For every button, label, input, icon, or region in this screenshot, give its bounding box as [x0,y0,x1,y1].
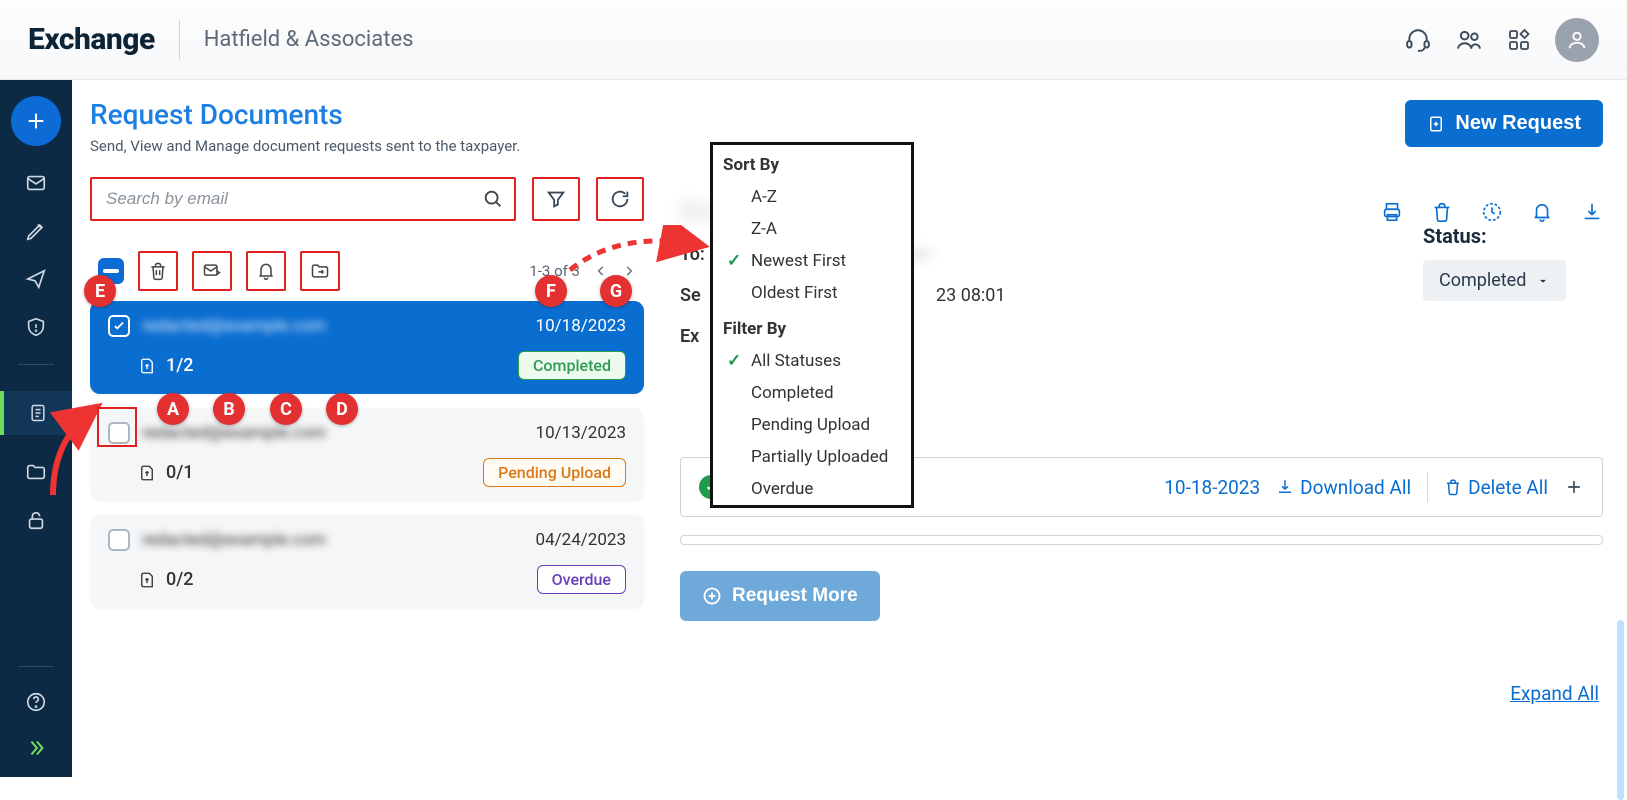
apps-icon[interactable] [1507,28,1531,52]
rail-divider [18,364,54,365]
annotation-d: D [326,393,358,425]
filter-button[interactable] [532,177,580,221]
status-badge: Overdue [537,565,626,594]
document-date: 10-18-2023 [1164,476,1260,499]
download-icon[interactable] [1581,201,1603,223]
document-row-collapsed [680,535,1603,545]
bulk-move-button[interactable] [300,251,340,291]
annotation-f: F [535,275,567,307]
sort-option[interactable]: Z-A [713,213,911,245]
request-date: 10/13/2023 [536,423,626,443]
request-checkbox[interactable] [108,422,130,444]
search-row [90,177,644,221]
annotation-e: E [84,275,116,307]
search-input[interactable] [90,177,516,221]
left-pane: Request Documents Send, View and Manage … [72,80,662,777]
document-count: 1/2 [166,355,193,376]
send-icon[interactable] [25,268,47,290]
org-name: Hatfield & Associates [204,27,414,52]
document-count-icon [138,462,156,484]
delete-icon[interactable] [1431,201,1453,223]
bulk-delete-button[interactable] [138,251,178,291]
folder-icon[interactable] [25,461,47,483]
filter-option[interactable]: Overdue [713,473,911,505]
edit-icon[interactable] [25,220,47,242]
print-icon[interactable] [1381,201,1403,223]
bulk-resend-button[interactable] [192,251,232,291]
document-count: 0/2 [166,569,193,590]
status-badge: Pending Upload [483,458,626,487]
sort-option[interactable]: Oldest First [713,277,911,309]
request-email: redacted@example.com [142,530,524,550]
filter-option[interactable]: Pending Upload [713,409,911,441]
document-icon[interactable] [0,391,72,435]
request-card[interactable]: redacted@example.com 04/24/2023 0/2 Over… [90,515,644,608]
request-email: redacted@example.com [142,423,524,443]
page-subtitle: Send, View and Manage document requests … [90,137,644,155]
request-date: 04/24/2023 [536,530,626,550]
sort-section-title: Sort By [713,145,911,181]
sort-filter-popover: Sort By A-ZZ-ANewest FirstOldest First F… [710,142,914,508]
detail-actions-bar [1381,201,1603,223]
brand-name: Exchange [28,22,155,57]
status-badge: Completed [518,351,626,380]
filter-option[interactable]: All Statuses [713,345,911,377]
annotation-a: A [157,393,189,425]
request-more-button[interactable]: Request More [680,571,880,621]
sent-value-suffix: 23 08:01 [936,285,1006,306]
annotation-g: G [600,275,632,307]
request-checkbox[interactable] [108,315,130,337]
document-count: 0/1 [166,462,193,483]
filter-section-title: Filter By [713,309,911,345]
headset-icon[interactable] [1405,27,1431,53]
rail-divider-2 [18,666,54,667]
shield-icon[interactable] [25,316,47,338]
page-title: Request Documents [90,98,644,131]
annotation-c: C [270,393,302,425]
users-icon[interactable] [1455,27,1483,53]
bulk-remind-button[interactable] [246,251,286,291]
filter-option[interactable]: Partially Uploaded [713,441,911,473]
document-count-icon [138,355,156,377]
unlock-icon[interactable] [25,509,47,531]
document-count-icon [138,569,156,591]
status-select-value: Completed [1439,270,1526,291]
help-icon[interactable] [25,691,47,713]
expand-all-link[interactable]: Expand All [1510,682,1599,705]
sort-option[interactable]: Newest First [713,245,911,277]
request-email: redacted@example.com [142,316,524,336]
status-select[interactable]: Completed [1423,260,1566,301]
request-date: 10/18/2023 [536,316,626,336]
request-checkbox[interactable] [108,529,130,551]
sort-option[interactable]: A-Z [713,181,911,213]
download-all-link[interactable]: Download All [1276,476,1411,499]
add-document-button[interactable] [1564,477,1584,497]
scrollbar[interactable] [1617,620,1624,800]
topbar: Exchange Hatfield & Associates [0,0,1627,80]
request-list: redacted@example.com 10/18/2023 1/2 Comp… [90,301,644,622]
new-request-button[interactable]: New Request [1405,100,1603,147]
annotation-b: B [213,393,245,425]
add-button[interactable] [11,96,61,146]
mail-icon[interactable] [25,172,47,194]
left-rail [0,80,72,777]
filter-option[interactable]: Completed [713,377,911,409]
avatar[interactable] [1555,18,1599,62]
new-request-label: New Request [1455,112,1581,135]
expand-rail-icon[interactable] [25,737,47,759]
delete-all-link[interactable]: Delete All [1444,476,1548,499]
request-card[interactable]: redacted@example.com 10/18/2023 1/2 Comp… [90,301,644,394]
history-icon[interactable] [1481,201,1503,223]
refresh-button[interactable] [596,177,644,221]
remind-icon[interactable] [1531,201,1553,223]
status-label: Status: [1423,224,1603,248]
brand-divider [179,20,180,60]
topbar-icons [1405,18,1599,62]
